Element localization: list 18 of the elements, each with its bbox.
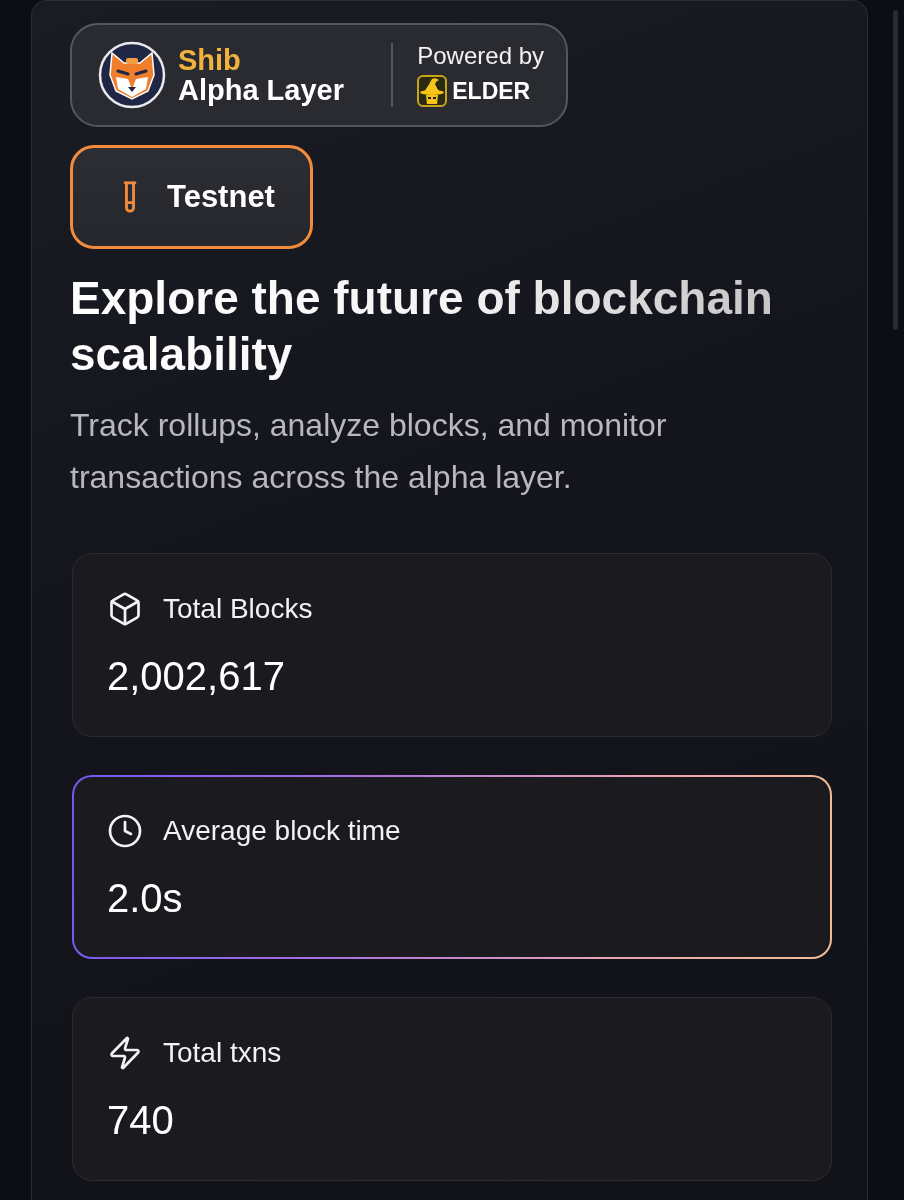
- clock-icon: [107, 813, 143, 849]
- powered-by-text: Powered by: [417, 43, 544, 69]
- stat-label: Total txns: [163, 1037, 282, 1069]
- wizard-hat-logo-icon: [417, 75, 448, 107]
- cube-icon: [107, 591, 143, 627]
- stat-value: 2,002,617: [107, 653, 286, 699]
- network-button[interactable]: Testnet: [70, 145, 313, 249]
- stat-label: Total Blocks: [163, 593, 313, 625]
- stat-value: 2.0s: [107, 875, 184, 921]
- dog-head-logo-icon: [98, 41, 166, 109]
- brand-prefix: Shib: [178, 45, 242, 75]
- scrollbar-thumb[interactable]: [893, 10, 898, 330]
- hero-subtitle: Track rollups, analyze blocks, and monitor transactions across the alpha layer.: [70, 406, 668, 497]
- partner-name: ELDER: [452, 78, 531, 104]
- stat-label: Average block time: [163, 815, 401, 847]
- brand-name: Alpha Layer: [178, 74, 344, 105]
- stat-value: 740: [107, 1097, 175, 1143]
- lightning-icon: [107, 1035, 143, 1071]
